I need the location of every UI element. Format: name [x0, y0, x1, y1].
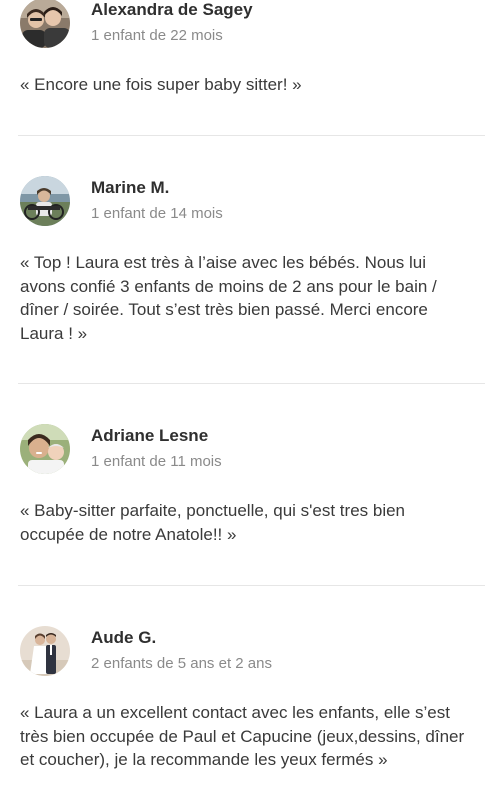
review-header: Aude G. 2 enfants de 5 ans et 2 ans: [20, 626, 465, 678]
review-header: Marine M. 1 enfant de 14 mois: [20, 176, 465, 228]
review-text: « Encore une fois super baby sitter! »: [20, 75, 302, 94]
outdoor-photo-avatar: [20, 176, 70, 226]
reviewer-children: 1 enfant de 11 mois: [91, 453, 222, 470]
review-header: Adriane Lesne 1 enfant de 11 mois: [20, 424, 465, 476]
reviewer-children: 1 enfant de 14 mois: [91, 205, 223, 222]
divider: [18, 585, 485, 586]
review-header: Alexandra de Sagey 1 enfant de 22 mois: [20, 0, 465, 50]
reviewer-name: Alexandra de Sagey: [91, 0, 253, 19]
reviewer-children: 2 enfants de 5 ans et 2 ans: [91, 655, 272, 672]
review-text: « Baby-sitter parfaite, ponctuelle, qui …: [20, 501, 406, 544]
divider: [18, 383, 485, 384]
reviewer-name: Marine M.: [91, 178, 170, 197]
review-text: « Top ! Laura est très à l’aise avec les…: [20, 253, 437, 343]
reviewer-children: 1 enfant de 22 mois: [91, 27, 223, 44]
reviewer-name: Adriane Lesne: [91, 426, 209, 445]
wedding-photo-avatar: [20, 626, 70, 676]
divider: [18, 135, 485, 136]
reviewer-name: Aude G.: [91, 628, 157, 647]
couple-photo-avatar: [20, 0, 70, 48]
parent-child-photo-avatar: [20, 424, 70, 474]
review-text: « Laura a un excellent contact avec les …: [20, 703, 465, 769]
